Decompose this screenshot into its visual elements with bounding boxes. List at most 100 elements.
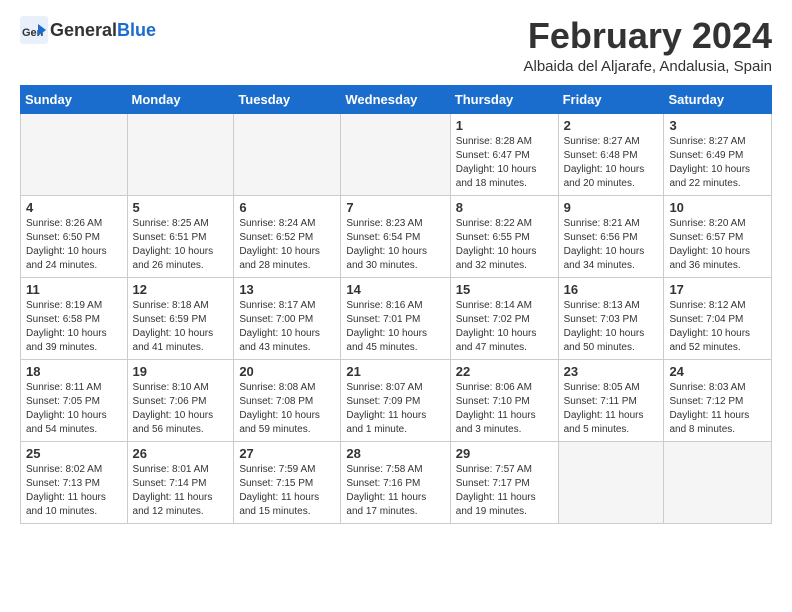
weekday-header: Sunday xyxy=(21,85,128,113)
day-number: 21 xyxy=(346,364,444,379)
logo: Gen GeneralBlue xyxy=(20,16,156,44)
calendar-day-cell: 10 Sunrise: 8:20 AMSunset: 6:57 PMDayligh… xyxy=(664,195,772,277)
calendar-day-cell: 9 Sunrise: 8:21 AMSunset: 6:56 PMDaylight… xyxy=(558,195,664,277)
day-number: 29 xyxy=(456,446,553,461)
day-info: Sunrise: 8:26 AMSunset: 6:50 PMDaylight:… xyxy=(26,217,122,273)
calendar-day-cell: 29 Sunrise: 7:57 AMSunset: 7:17 PMDayligh… xyxy=(450,441,558,523)
day-number: 11 xyxy=(26,282,122,297)
calendar-day-cell: 3Sunrise: 8:27 AMSunset: 6:49 PMDaylight… xyxy=(664,113,772,195)
day-info: Sunrise: 8:06 AMSunset: 7:10 PMDaylight:… xyxy=(456,381,553,437)
day-number: 24 xyxy=(669,364,766,379)
location: Albaida del Aljarafe, Andalusia, Spain xyxy=(523,58,772,75)
day-info: Sunrise: 8:23 AMSunset: 6:54 PMDaylight:… xyxy=(346,217,444,273)
day-number: 7 xyxy=(346,200,444,215)
day-number: 14 xyxy=(346,282,444,297)
calendar-day-cell: 25Sunrise: 8:02 AMSunset: 7:13 PMDayligh… xyxy=(21,441,128,523)
day-info: Sunrise: 8:01 AMSunset: 7:14 PMDaylight:… xyxy=(133,463,229,519)
calendar-day-cell: 16 Sunrise: 8:13 AMSunset: 7:03 PMDayligh… xyxy=(558,277,664,359)
calendar-day-cell xyxy=(127,113,234,195)
page-header: Gen GeneralBlue February 2024 Albaida de… xyxy=(20,16,772,75)
calendar-day-cell xyxy=(234,113,341,195)
day-number: 27 xyxy=(239,446,335,461)
day-info: Sunrise: 8:03 AMSunset: 7:12 PMDaylight:… xyxy=(669,381,766,437)
calendar-week-row: 4 Sunrise: 8:26 AMSunset: 6:50 PMDaylight… xyxy=(21,195,772,277)
day-info: Sunrise: 8:18 AMSunset: 6:59 PMDaylight:… xyxy=(133,299,229,355)
month-title: February 2024 xyxy=(523,16,772,56)
calendar-day-cell xyxy=(558,441,664,523)
day-info: Sunrise: 8:12 AMSunset: 7:04 PMDaylight:… xyxy=(669,299,766,355)
calendar-day-cell: 27 Sunrise: 7:59 AMSunset: 7:15 PMDayligh… xyxy=(234,441,341,523)
calendar-day-cell xyxy=(664,441,772,523)
weekday-header: Wednesday xyxy=(341,85,450,113)
day-info: Sunrise: 8:13 AMSunset: 7:03 PMDaylight:… xyxy=(564,299,659,355)
calendar-day-cell: 18Sunrise: 8:11 AMSunset: 7:05 PMDayligh… xyxy=(21,359,128,441)
calendar-week-row: 1 Sunrise: 8:28 AMSunset: 6:47 PMDaylight… xyxy=(21,113,772,195)
day-number: 19 xyxy=(133,364,229,379)
logo-text-blue: Blue xyxy=(117,20,156,40)
day-number: 16 xyxy=(564,282,659,297)
weekday-header: Friday xyxy=(558,85,664,113)
calendar-day-cell: 20 Sunrise: 8:08 AMSunset: 7:08 PMDayligh… xyxy=(234,359,341,441)
day-info: Sunrise: 7:57 AMSunset: 7:17 PMDaylight:… xyxy=(456,463,553,519)
day-number: 8 xyxy=(456,200,553,215)
weekday-header: Monday xyxy=(127,85,234,113)
title-block: February 2024 Albaida del Aljarafe, Anda… xyxy=(523,16,772,75)
day-number: 2 xyxy=(564,118,659,133)
day-number: 10 xyxy=(669,200,766,215)
day-info: Sunrise: 8:08 AMSunset: 7:08 PMDaylight:… xyxy=(239,381,335,437)
calendar-day-cell: 11 Sunrise: 8:19 AMSunset: 6:58 PMDayligh… xyxy=(21,277,128,359)
day-number: 1 xyxy=(456,118,553,133)
calendar-day-cell: 6 Sunrise: 8:24 AMSunset: 6:52 PMDaylight… xyxy=(234,195,341,277)
day-info: Sunrise: 8:20 AMSunset: 6:57 PMDaylight:… xyxy=(669,217,766,273)
day-number: 9 xyxy=(564,200,659,215)
calendar-day-cell: 22 Sunrise: 8:06 AMSunset: 7:10 PMDayligh… xyxy=(450,359,558,441)
day-info: Sunrise: 8:27 AMSunset: 6:48 PMDaylight:… xyxy=(564,135,659,191)
day-number: 17 xyxy=(669,282,766,297)
calendar-week-row: 11 Sunrise: 8:19 AMSunset: 6:58 PMDayligh… xyxy=(21,277,772,359)
calendar-day-cell: 26Sunrise: 8:01 AMSunset: 7:14 PMDayligh… xyxy=(127,441,234,523)
calendar-day-cell: 24 Sunrise: 8:03 AMSunset: 7:12 PMDayligh… xyxy=(664,359,772,441)
day-info: Sunrise: 8:11 AMSunset: 7:05 PMDaylight:… xyxy=(26,381,122,437)
calendar-day-cell: 4 Sunrise: 8:26 AMSunset: 6:50 PMDaylight… xyxy=(21,195,128,277)
weekday-header: Thursday xyxy=(450,85,558,113)
day-info: Sunrise: 8:28 AMSunset: 6:47 PMDaylight:… xyxy=(456,135,553,191)
day-number: 5 xyxy=(133,200,229,215)
day-info: Sunrise: 8:07 AMSunset: 7:09 PMDaylight:… xyxy=(346,381,444,437)
calendar-day-cell xyxy=(21,113,128,195)
calendar-day-cell: 1 Sunrise: 8:28 AMSunset: 6:47 PMDaylight… xyxy=(450,113,558,195)
calendar-week-row: 18Sunrise: 8:11 AMSunset: 7:05 PMDayligh… xyxy=(21,359,772,441)
calendar-day-cell: 8 Sunrise: 8:22 AMSunset: 6:55 PMDaylight… xyxy=(450,195,558,277)
calendar-day-cell: 13 Sunrise: 8:17 AMSunset: 7:00 PMDayligh… xyxy=(234,277,341,359)
day-info: Sunrise: 8:19 AMSunset: 6:58 PMDaylight:… xyxy=(26,299,122,355)
day-info: Sunrise: 8:21 AMSunset: 6:56 PMDaylight:… xyxy=(564,217,659,273)
calendar-week-row: 25Sunrise: 8:02 AMSunset: 7:13 PMDayligh… xyxy=(21,441,772,523)
calendar-day-cell: 17 Sunrise: 8:12 AMSunset: 7:04 PMDayligh… xyxy=(664,277,772,359)
calendar-day-cell: 21 Sunrise: 8:07 AMSunset: 7:09 PMDayligh… xyxy=(341,359,450,441)
day-info: Sunrise: 8:24 AMSunset: 6:52 PMDaylight:… xyxy=(239,217,335,273)
calendar-day-cell: 28 Sunrise: 7:58 AMSunset: 7:16 PMDayligh… xyxy=(341,441,450,523)
day-number: 6 xyxy=(239,200,335,215)
calendar-day-cell: 14 Sunrise: 8:16 AMSunset: 7:01 PMDayligh… xyxy=(341,277,450,359)
day-number: 4 xyxy=(26,200,122,215)
day-number: 20 xyxy=(239,364,335,379)
calendar-day-cell: 5Sunrise: 8:25 AMSunset: 6:51 PMDaylight… xyxy=(127,195,234,277)
day-number: 23 xyxy=(564,364,659,379)
day-number: 22 xyxy=(456,364,553,379)
day-info: Sunrise: 8:10 AMSunset: 7:06 PMDaylight:… xyxy=(133,381,229,437)
day-info: Sunrise: 8:02 AMSunset: 7:13 PMDaylight:… xyxy=(26,463,122,519)
day-number: 13 xyxy=(239,282,335,297)
calendar-day-cell: 12Sunrise: 8:18 AMSunset: 6:59 PMDayligh… xyxy=(127,277,234,359)
calendar-day-cell xyxy=(341,113,450,195)
calendar-day-cell: 2 Sunrise: 8:27 AMSunset: 6:48 PMDaylight… xyxy=(558,113,664,195)
calendar-header-row: SundayMondayTuesdayWednesdayThursdayFrid… xyxy=(21,85,772,113)
day-info: Sunrise: 7:59 AMSunset: 7:15 PMDaylight:… xyxy=(239,463,335,519)
day-info: Sunrise: 8:22 AMSunset: 6:55 PMDaylight:… xyxy=(456,217,553,273)
day-number: 28 xyxy=(346,446,444,461)
logo-icon: Gen xyxy=(20,16,48,44)
day-info: Sunrise: 8:27 AMSunset: 6:49 PMDaylight:… xyxy=(669,135,766,191)
day-info: Sunrise: 8:05 AMSunset: 7:11 PMDaylight:… xyxy=(564,381,659,437)
day-info: Sunrise: 8:17 AMSunset: 7:00 PMDaylight:… xyxy=(239,299,335,355)
day-info: Sunrise: 7:58 AMSunset: 7:16 PMDaylight:… xyxy=(346,463,444,519)
day-number: 15 xyxy=(456,282,553,297)
day-info: Sunrise: 8:16 AMSunset: 7:01 PMDaylight:… xyxy=(346,299,444,355)
